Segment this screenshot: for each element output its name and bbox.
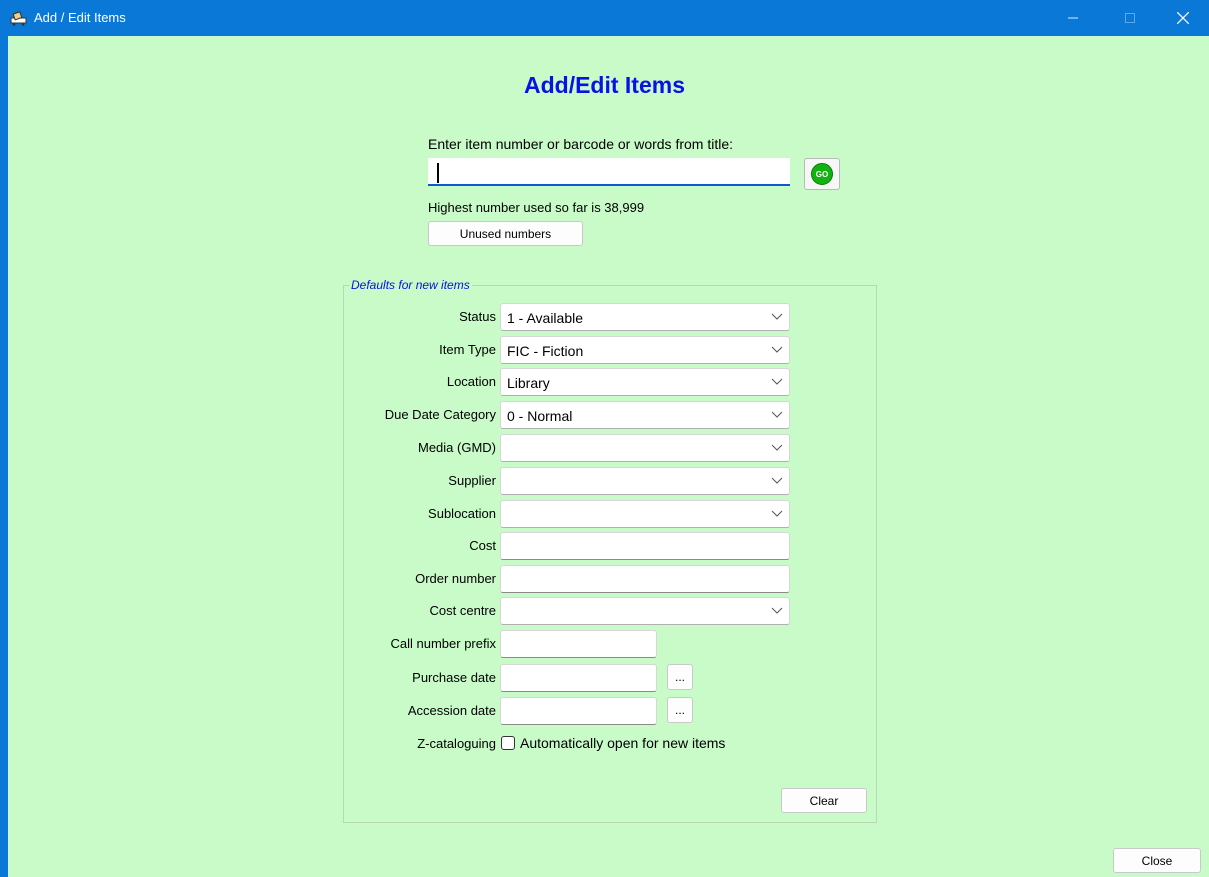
order-number-field[interactable] [500, 565, 790, 593]
accession-date-picker-button[interactable]: ... [667, 697, 693, 723]
location-label: Location [446, 374, 496, 389]
highest-number-text: Highest number used so far is 38,999 [428, 200, 645, 215]
call-number-prefix-field[interactable] [500, 630, 657, 658]
accession-date-label: Accession date [407, 703, 496, 718]
order-number-label: Order number [415, 571, 496, 586]
clear-button[interactable]: Clear [781, 788, 867, 813]
item-type-value: FIC - Fiction [507, 343, 584, 359]
window-title: Add / Edit Items [34, 10, 126, 25]
maximize-button[interactable] [1107, 0, 1153, 36]
go-label: GO [815, 169, 829, 179]
z-cataloguing-checkbox-label[interactable]: Automatically open for new items [520, 735, 725, 751]
purchase-date-field[interactable] [500, 664, 657, 692]
defaults-legend: Defaults for new items [349, 278, 472, 292]
supplier-select[interactable] [500, 467, 790, 495]
maximize-icon [1125, 13, 1135, 23]
chevron-down-icon [771, 510, 783, 517]
due-date-category-select[interactable]: 0 - Normal [500, 401, 790, 429]
z-cataloguing-checkbox[interactable] [501, 736, 515, 750]
location-select[interactable]: Library [500, 368, 790, 396]
cost-centre-select[interactable] [500, 597, 790, 625]
location-value: Library [507, 375, 550, 391]
close-icon [1177, 12, 1189, 24]
item-type-select[interactable]: FIC - Fiction [500, 336, 790, 364]
call-number-prefix-label: Call number prefix [390, 636, 497, 651]
go-icon: GO [811, 163, 833, 185]
chevron-down-icon [771, 313, 783, 320]
close-window-button[interactable] [1160, 0, 1206, 36]
minimize-icon [1068, 17, 1078, 19]
status-value: 1 - Available [507, 310, 584, 326]
supplier-label: Supplier [448, 473, 496, 488]
media-label: Media (GMD) [417, 440, 496, 455]
title-bar: Add / Edit Items [0, 0, 1209, 36]
z-cataloguing-label: Z-cataloguing [417, 736, 496, 751]
item-type-label: Item Type [439, 342, 496, 357]
cost-centre-label: Cost centre [429, 603, 496, 618]
chevron-down-icon [771, 607, 783, 614]
status-select[interactable]: 1 - Available [500, 303, 790, 331]
text-caret [437, 163, 439, 183]
minimize-button[interactable] [1050, 0, 1096, 36]
cost-label: Cost [469, 538, 496, 553]
chevron-down-icon [771, 444, 783, 451]
page-title: Add/Edit Items [523, 72, 685, 98]
search-input[interactable] [428, 158, 790, 186]
search-prompt: Enter item number or barcode or words fr… [428, 136, 734, 152]
book-cart-icon [10, 11, 27, 26]
chevron-down-icon [771, 346, 783, 353]
close-button[interactable]: Close [1113, 848, 1201, 873]
chevron-down-icon [771, 411, 783, 418]
chevron-down-icon [771, 477, 783, 484]
due-date-category-label: Due Date Category [384, 407, 496, 422]
sublocation-select[interactable] [500, 500, 790, 528]
purchase-date-picker-button[interactable]: ... [667, 664, 693, 690]
accession-date-field[interactable] [500, 697, 657, 725]
media-select[interactable] [500, 434, 790, 462]
go-button[interactable]: GO [804, 158, 840, 190]
unused-numbers-button[interactable]: Unused numbers [428, 221, 583, 246]
due-date-category-value: 0 - Normal [507, 408, 573, 424]
purchase-date-label: Purchase date [412, 670, 496, 685]
chevron-down-icon [771, 378, 783, 385]
status-label: Status [459, 309, 496, 324]
cost-field[interactable] [500, 532, 790, 560]
sublocation-label: Sublocation [428, 506, 496, 521]
